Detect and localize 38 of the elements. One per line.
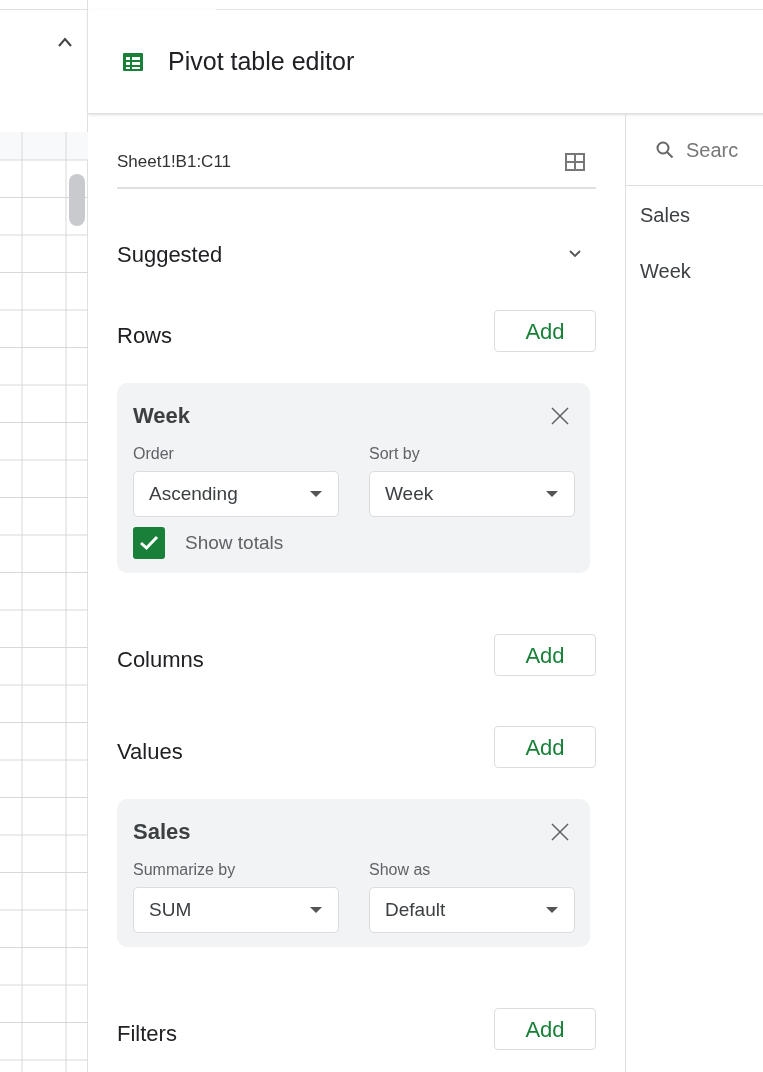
section-heading: Rows	[117, 321, 172, 350]
search-field[interactable]: Searc	[686, 134, 763, 165]
dropdown[interactable]: SUM	[133, 887, 339, 933]
field-label: Order	[133, 444, 175, 464]
add-button[interactable]: Add	[494, 726, 596, 768]
section-heading: Filters	[117, 1019, 177, 1048]
field-label: Show as	[369, 860, 432, 880]
grid-select-icon[interactable]	[564, 151, 586, 172]
card-title: Week	[133, 402, 191, 430]
panel-title: Pivot table editor	[168, 45, 355, 77]
dropdown[interactable]: Ascending	[133, 471, 339, 517]
dropdown-arrow-icon	[546, 907, 558, 913]
data-range-text: Sheet1!B1:C11	[117, 150, 232, 173]
dropdown-arrow-icon	[310, 491, 322, 497]
add-button[interactable]: Add	[494, 1008, 596, 1050]
add-button[interactable]: Add	[494, 634, 596, 676]
chevron-icon[interactable]	[568, 249, 582, 259]
checkbox-label: Show totals	[185, 530, 284, 555]
search-icon	[656, 140, 674, 159]
check-icon	[139, 535, 159, 551]
field-label: Sort by	[369, 444, 421, 464]
dropdown[interactable]: Week	[369, 471, 575, 517]
field-list-item[interactable]: Week	[640, 256, 763, 286]
section-heading: Columns	[117, 645, 204, 674]
field-label: Summarize by	[133, 860, 237, 880]
field-list-item[interactable]: Sales	[640, 200, 763, 230]
collapse-icon[interactable]	[57, 36, 73, 48]
section-heading: Suggested	[117, 240, 223, 269]
dropdown-arrow-icon	[546, 491, 558, 497]
close-icon[interactable]	[550, 405, 570, 426]
spreadsheet-icon	[122, 51, 144, 72]
card-title: Sales	[133, 818, 191, 846]
close-icon[interactable]	[550, 821, 570, 842]
dropdown[interactable]: Default	[369, 887, 575, 933]
checkbox[interactable]	[133, 527, 165, 559]
add-button[interactable]: Add	[494, 310, 596, 352]
dropdown-arrow-icon	[310, 907, 322, 913]
section-heading: Values	[117, 737, 183, 766]
